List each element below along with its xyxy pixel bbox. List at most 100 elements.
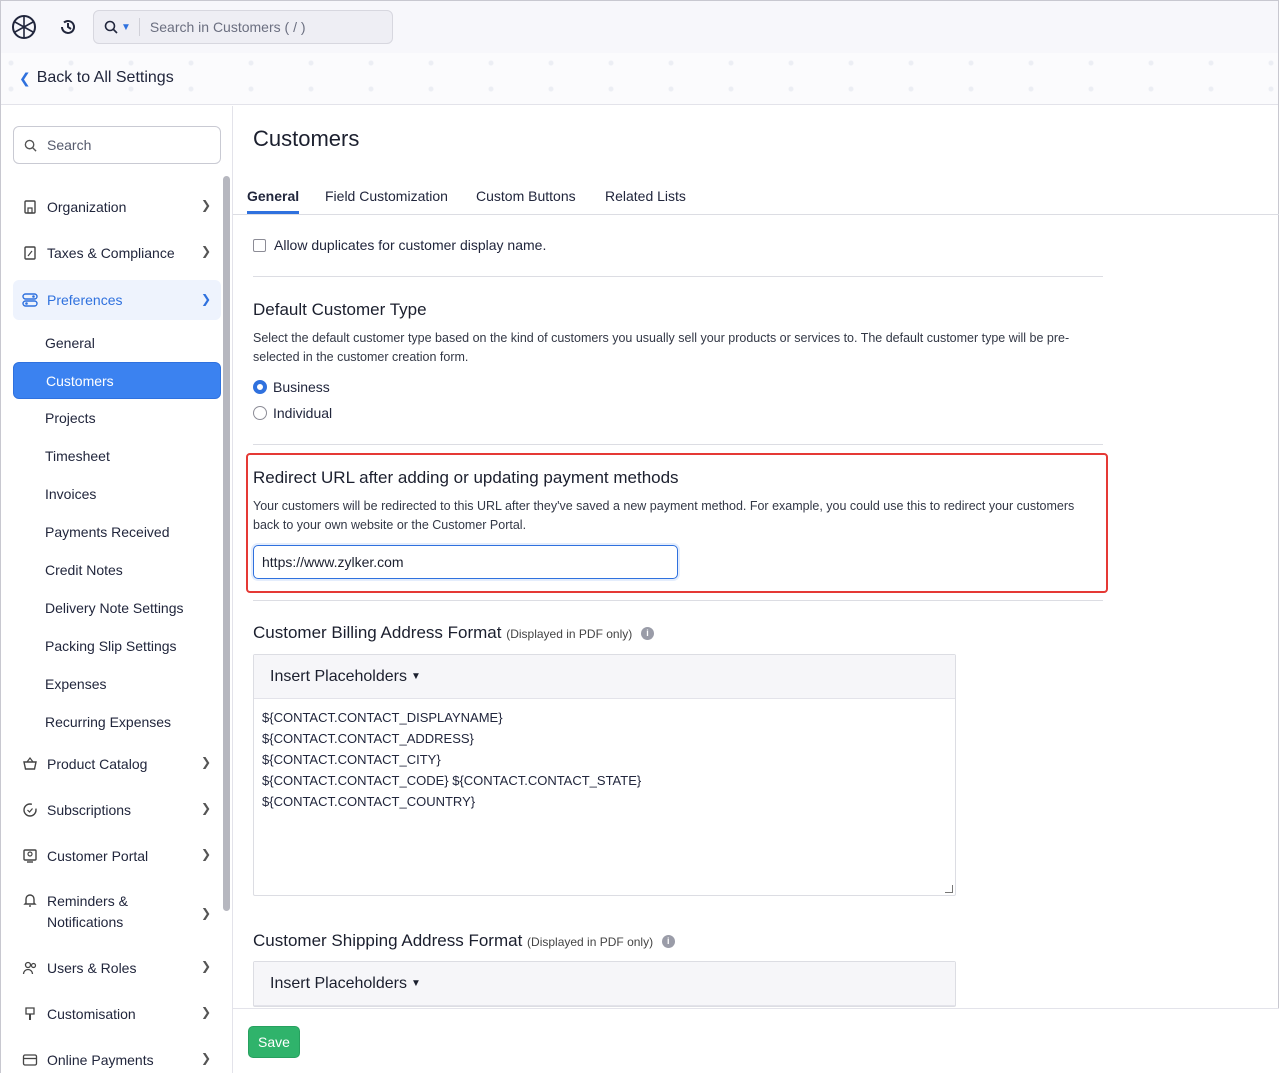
refresh-icon [21, 801, 39, 819]
sidebar-subitem-packing-slip-settings[interactable]: Packing Slip Settings [13, 627, 221, 665]
sidebar-subitem-delivery-note-settings[interactable]: Delivery Note Settings [13, 589, 221, 627]
redirect-url-title: Redirect URL after adding or updating pa… [253, 468, 679, 487]
insert-placeholders-label: Insert Placeholders [270, 667, 407, 685]
caret-down-icon: ▼ [410, 978, 421, 989]
sidebar-subitem-payments-received[interactable]: Payments Received [13, 513, 221, 551]
sidebar-subitem-timesheet[interactable]: Timesheet [13, 437, 221, 475]
allow-duplicates-row[interactable]: Allow duplicates for customer display na… [253, 237, 546, 253]
sidebar-search-placeholder: Search [47, 137, 92, 153]
shipping-address-title: Customer Shipping Address Format (Displa… [253, 931, 675, 951]
redirect-url-value: https://www.zylker.com [262, 554, 404, 570]
tab-field-customization[interactable]: Field Customization [325, 188, 448, 204]
chevron-right-icon: ❯ [200, 755, 211, 769]
sidebar-subitem-expenses[interactable]: Expenses [13, 665, 221, 703]
sidebar-item-label: Reminders & Notifications [47, 891, 128, 933]
sidebar-item-preferences[interactable]: Preferences ❯ [13, 280, 221, 320]
sidebar-item-reminders[interactable]: Reminders & Notifications ❯ [13, 879, 221, 945]
redirect-url-input[interactable]: https://www.zylker.com [253, 545, 678, 579]
back-to-settings-link[interactable]: ❮ Back to All Settings [19, 69, 174, 87]
sidebar-nav: Organization ❯ Taxes & Compliance ❯ Pref… [13, 184, 221, 1073]
tab-related-lists[interactable]: Related Lists [605, 188, 686, 204]
default-customer-type-title: Default Customer Type [253, 300, 427, 319]
chevron-right-icon: ❯ [200, 959, 211, 973]
global-search-placeholder: Search in Customers ( / ) [149, 19, 306, 35]
sidebar-item-subscriptions[interactable]: Subscriptions ❯ [13, 787, 221, 833]
sidebar-subitem-recurring-expenses[interactable]: Recurring Expenses [13, 703, 221, 741]
sidebar-scrollbar[interactable] [223, 176, 230, 911]
billing-address-editor: Insert Placeholders ▼ ${CONTACT.CONTACT_… [253, 654, 956, 896]
shipping-address-note: (Displayed in PDF only) [527, 935, 654, 949]
shipping-address-editor: Insert Placeholders ▼ [253, 961, 956, 1007]
billing-insert-placeholders-dropdown[interactable]: Insert Placeholders ▼ [254, 655, 955, 699]
sidebar-item-users-roles[interactable]: Users & Roles ❯ [13, 945, 221, 991]
sidebar-item-label: Taxes & Compliance [47, 245, 175, 261]
page-title: Customers [253, 126, 360, 151]
sidebar-item-label: Customer Portal [47, 848, 149, 864]
back-link-label: Back to All Settings [36, 69, 174, 86]
building-icon [21, 198, 39, 216]
sidebar-subitem-general[interactable]: General [13, 324, 221, 362]
sidebar-item-label: Online Payments [47, 1052, 154, 1068]
radio-business[interactable] [253, 380, 267, 394]
sidebar-item-label-line1: Reminders & [47, 893, 128, 909]
footer-bar: Save [233, 1008, 1279, 1073]
app-logo-icon[interactable] [9, 12, 39, 42]
billing-line: ${CONTACT.CONTACT_CITY} [262, 752, 441, 767]
tab-custom-buttons[interactable]: Custom Buttons [476, 188, 576, 204]
chevron-down-icon[interactable]: ▼ [121, 22, 131, 33]
sidebar-search-input[interactable]: Search [13, 126, 221, 164]
sidebar-item-product-catalog[interactable]: Product Catalog ❯ [13, 741, 221, 787]
divider [253, 600, 1103, 601]
sidebar-item-label: Users & Roles [47, 960, 137, 976]
shipping-insert-placeholders-dropdown[interactable]: Insert Placeholders ▼ [254, 962, 955, 1006]
radio-individual[interactable] [253, 406, 267, 420]
tab-bar: General Field Customization Custom Butto… [233, 180, 1279, 215]
sidebar-item-customer-portal[interactable]: Customer Portal ❯ [13, 833, 221, 879]
settings-header: ❮ Back to All Settings [1, 53, 1278, 105]
sidebar-subitem-projects[interactable]: Projects [13, 399, 221, 437]
chevron-left-icon: ❮ [19, 69, 31, 86]
divider [138, 18, 140, 36]
search-icon [24, 139, 37, 152]
radio-individual-row[interactable]: Individual [253, 405, 332, 421]
sidebar-item-label: Customisation [47, 1006, 136, 1022]
chevron-right-icon: ❯ [200, 1051, 211, 1065]
resize-handle[interactable] [945, 885, 953, 893]
info-icon[interactable]: i [641, 627, 654, 641]
chevron-right-icon: ❯ [200, 847, 211, 861]
active-tab-indicator [247, 211, 299, 214]
card-icon [21, 1051, 39, 1069]
history-icon[interactable] [53, 12, 83, 42]
sidebar-subitem-invoices[interactable]: Invoices [13, 475, 221, 513]
chevron-right-icon: ❯ [200, 198, 211, 212]
sidebar-subitem-customers[interactable]: Customers [13, 362, 221, 399]
sidebar-subitem-credit-notes[interactable]: Credit Notes [13, 551, 221, 589]
brush-icon [21, 1005, 39, 1023]
tab-general[interactable]: General [247, 188, 299, 204]
radio-business-row[interactable]: Business [253, 379, 330, 395]
redirect-url-desc: Your customers will be redirected to thi… [253, 499, 1075, 532]
sidebar-item-organization[interactable]: Organization ❯ [13, 184, 221, 230]
allow-duplicates-checkbox[interactable] [253, 238, 266, 252]
radio-business-label: Business [273, 379, 330, 395]
sidebar-item-taxes[interactable]: Taxes & Compliance ❯ [13, 230, 221, 276]
top-bar: ▼ Search in Customers ( / ) [1, 1, 1278, 53]
billing-address-note: (Displayed in PDF only) [506, 627, 633, 641]
chevron-right-icon: ❯ [200, 801, 211, 815]
sidebar-item-label: Preferences [47, 292, 123, 308]
billing-address-textarea[interactable]: ${CONTACT.CONTACT_DISPLAYNAME} ${CONTACT… [254, 699, 955, 895]
global-search-input[interactable]: ▼ Search in Customers ( / ) [93, 10, 393, 44]
billing-line: ${CONTACT.CONTACT_DISPLAYNAME} [262, 710, 503, 725]
billing-line: ${CONTACT.CONTACT_CODE} ${CONTACT.CONTAC… [262, 773, 642, 788]
shipping-address-title-text: Customer Shipping Address Format [253, 931, 523, 950]
caret-down-icon: ▼ [410, 671, 421, 682]
portal-icon [21, 847, 39, 865]
info-icon[interactable]: i [661, 935, 675, 949]
sidebar-item-online-payments[interactable]: Online Payments ❯ [13, 1037, 221, 1073]
billing-line: ${CONTACT.CONTACT_COUNTRY} [262, 794, 476, 809]
save-button[interactable]: Save [248, 1026, 300, 1058]
sidebar-item-label: Organization [47, 199, 127, 215]
sidebar-item-customisation[interactable]: Customisation ❯ [13, 991, 221, 1037]
billing-address-title-text: Customer Billing Address Format [253, 623, 502, 642]
radio-individual-label: Individual [273, 405, 333, 421]
